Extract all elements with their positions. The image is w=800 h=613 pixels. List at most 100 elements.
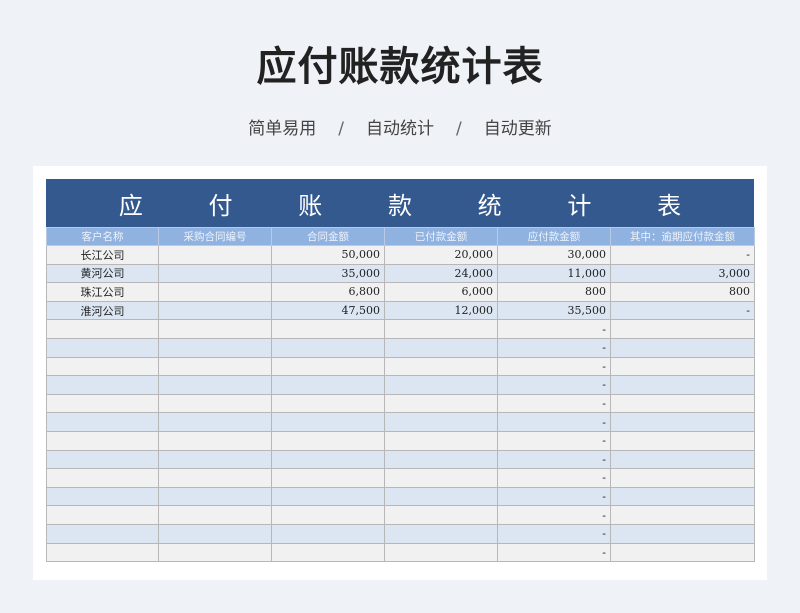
table-cell[interactable] (158, 375, 272, 395)
table-cell[interactable]: 6,000 (384, 282, 498, 302)
table-cell[interactable] (158, 505, 272, 525)
table-cell[interactable]: - (497, 486, 611, 507)
table-cell[interactable] (46, 505, 159, 525)
table-cell[interactable] (271, 356, 385, 377)
table-cell[interactable]: 35,500 (497, 300, 611, 321)
table-cell[interactable] (158, 412, 272, 432)
table-cell[interactable] (271, 393, 385, 414)
table-cell[interactable]: - (497, 542, 611, 563)
table-cell[interactable] (271, 319, 385, 339)
table-cell[interactable]: - (497, 393, 611, 414)
table-cell[interactable] (158, 300, 272, 321)
table-cell[interactable] (158, 245, 272, 265)
table-cell[interactable]: 20,000 (384, 245, 498, 265)
table-cell[interactable]: 12,000 (384, 300, 498, 321)
table-cell[interactable] (46, 542, 159, 563)
table-cell[interactable] (384, 356, 498, 377)
table-cell[interactable]: - (497, 319, 611, 339)
table-cell[interactable]: - (497, 430, 611, 451)
table-cell[interactable]: 3,000 (610, 263, 755, 284)
table-cell[interactable] (271, 337, 385, 358)
table-cell[interactable] (271, 375, 385, 395)
table-cell[interactable] (610, 486, 755, 507)
table-cell[interactable] (271, 542, 385, 563)
table-cell[interactable] (384, 523, 498, 544)
table-cell[interactable] (46, 375, 159, 395)
table-cell[interactable] (46, 356, 159, 377)
table-cell[interactable] (610, 468, 755, 488)
table-cell[interactable] (384, 412, 498, 432)
table-cell[interactable] (158, 393, 272, 414)
table-cell[interactable] (158, 282, 272, 302)
table-cell[interactable]: - (610, 300, 755, 321)
table-cell[interactable] (46, 430, 159, 451)
table-cell[interactable] (384, 375, 498, 395)
table-cell[interactable] (384, 449, 498, 470)
table-cell[interactable] (46, 523, 159, 544)
table-cell[interactable] (384, 505, 498, 525)
table-cell[interactable] (158, 430, 272, 451)
table-cell[interactable]: 长江公司 (46, 245, 159, 265)
table-cell[interactable] (384, 486, 498, 507)
table-cell[interactable] (610, 523, 755, 544)
table-cell[interactable] (610, 542, 755, 563)
table-cell[interactable]: 30,000 (497, 245, 611, 265)
table-cell[interactable]: 47,500 (271, 300, 385, 321)
table-cell[interactable] (271, 412, 385, 432)
table-cell[interactable]: - (497, 505, 611, 525)
table-cell[interactable] (158, 542, 272, 563)
table-cell[interactable] (610, 505, 755, 525)
table-cell[interactable] (384, 319, 498, 339)
table-cell[interactable]: - (497, 412, 611, 432)
table-cell[interactable]: 24,000 (384, 263, 498, 284)
table-cell[interactable]: - (610, 245, 755, 265)
table-cell[interactable] (271, 430, 385, 451)
table-cell[interactable] (610, 449, 755, 470)
table-cell[interactable] (158, 468, 272, 488)
table-cell[interactable] (271, 468, 385, 488)
table-cell[interactable]: 50,000 (271, 245, 385, 265)
table-cell[interactable] (610, 412, 755, 432)
table-cell[interactable]: 35,000 (271, 263, 385, 284)
table-cell[interactable] (46, 412, 159, 432)
table-cell[interactable]: 800 (610, 282, 755, 302)
table-cell[interactable]: - (497, 356, 611, 377)
table-cell[interactable] (158, 319, 272, 339)
table-cell[interactable]: 6,800 (271, 282, 385, 302)
table-cell[interactable] (46, 468, 159, 488)
table-cell[interactable] (384, 393, 498, 414)
table-cell[interactable]: 珠江公司 (46, 282, 159, 302)
table-cell[interactable]: - (497, 337, 611, 358)
table-cell[interactable] (46, 449, 159, 470)
table-cell[interactable] (46, 319, 159, 339)
table-cell[interactable]: - (497, 375, 611, 395)
table-cell[interactable]: - (497, 468, 611, 488)
table-cell[interactable] (384, 430, 498, 451)
table-cell[interactable] (384, 337, 498, 358)
table-cell[interactable] (46, 393, 159, 414)
table-cell[interactable] (46, 486, 159, 507)
table-cell[interactable] (158, 523, 272, 544)
table-cell[interactable] (271, 449, 385, 470)
table-cell[interactable] (46, 337, 159, 358)
table-cell[interactable] (271, 523, 385, 544)
table-cell[interactable]: 黄河公司 (46, 263, 159, 284)
table-cell[interactable] (158, 486, 272, 507)
table-cell[interactable] (610, 319, 755, 339)
table-cell[interactable]: 800 (497, 282, 611, 302)
table-cell[interactable] (610, 393, 755, 414)
table-cell[interactable] (271, 486, 385, 507)
table-cell[interactable]: - (497, 449, 611, 470)
table-cell[interactable]: 淮河公司 (46, 300, 159, 321)
table-cell[interactable] (610, 430, 755, 451)
table-cell[interactable] (158, 337, 272, 358)
table-cell[interactable] (610, 375, 755, 395)
table-cell[interactable] (384, 542, 498, 563)
table-cell[interactable]: 11,000 (497, 263, 611, 284)
table-cell[interactable]: - (497, 523, 611, 544)
table-cell[interactable] (158, 356, 272, 377)
table-cell[interactable] (271, 505, 385, 525)
table-cell[interactable] (384, 468, 498, 488)
table-cell[interactable] (158, 263, 272, 284)
table-cell[interactable] (610, 337, 755, 358)
